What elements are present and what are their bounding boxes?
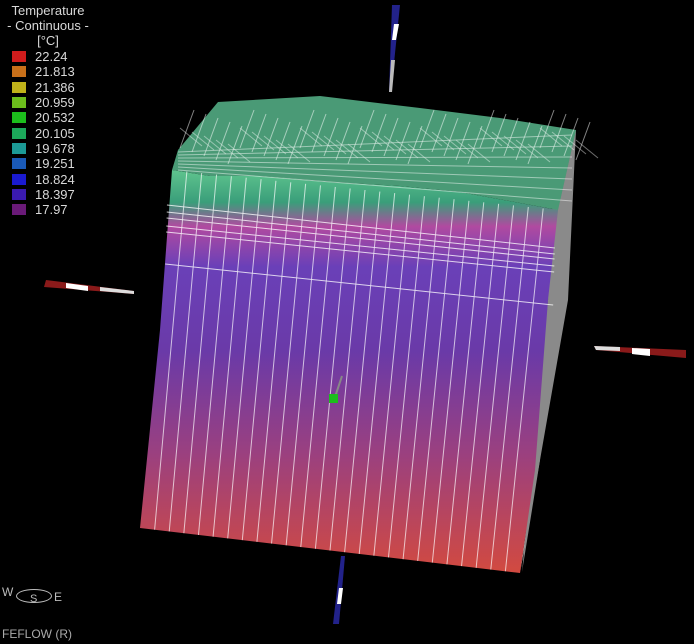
legend-swatch — [12, 188, 26, 200]
legend-row: 22.24 — [12, 49, 92, 64]
legend-row: 21.386 — [12, 80, 92, 95]
axis-pin-bottom — [333, 556, 345, 624]
axis-pin-top — [389, 5, 400, 92]
legend-swatch — [12, 142, 26, 154]
legend-row: 20.959 — [12, 95, 92, 110]
legend-value: 20.532 — [35, 110, 75, 126]
legend-row: 19.678 — [12, 141, 92, 156]
3d-model-viewport[interactable] — [0, 0, 694, 644]
legend-row: 20.105 — [12, 125, 92, 141]
legend-value: 21.386 — [35, 79, 75, 95]
axis-pin-left — [44, 280, 134, 294]
app-brand-label: FEFLOW (R) — [2, 627, 72, 641]
legend-value: 19.251 — [35, 156, 75, 172]
temperature-legend: Temperature - Continuous - [°C] 22.24 21.… — [4, 3, 92, 217]
compass-west: W — [2, 585, 14, 599]
legend-row: 18.397 — [12, 187, 92, 202]
legend-swatch — [12, 158, 26, 170]
legend-value: 20.105 — [35, 125, 75, 141]
legend-row: 20.532 — [12, 110, 92, 125]
legend-swatch — [12, 112, 26, 124]
axis-pin-right — [594, 346, 686, 358]
legend-subtitle: - Continuous - — [7, 18, 89, 33]
legend-swatch — [12, 97, 26, 109]
legend-row: 19.251 — [12, 156, 92, 171]
legend-value: 20.959 — [35, 95, 75, 111]
legend-swatch — [12, 66, 26, 78]
legend-unit: [°C] — [37, 33, 59, 48]
legend-swatch — [12, 81, 26, 93]
legend-swatch — [12, 127, 26, 139]
legend-title: Temperature — [11, 3, 85, 18]
legend-value: 18.397 — [35, 186, 75, 202]
legend-value: 22.24 — [35, 49, 68, 65]
legend-value: 19.678 — [35, 140, 75, 156]
legend-swatch — [12, 173, 26, 185]
model-front-face — [140, 170, 558, 573]
legend-row: 18.824 — [12, 171, 92, 187]
legend-value: 17.97 — [35, 202, 68, 218]
legend-swatch — [12, 204, 26, 216]
mesh-line — [575, 121, 591, 161]
compass-south: S — [30, 593, 38, 605]
compass-east: E — [54, 590, 63, 604]
legend-rows: 22.24 21.813 21.386 20.959 20.532 20.105 19.67… — [12, 49, 92, 217]
legend-value: 18.824 — [35, 171, 75, 187]
legend-row: 17.97 — [12, 202, 92, 217]
legend-value: 21.813 — [35, 64, 75, 80]
legend-swatch — [12, 51, 26, 63]
legend-row: 21.813 — [12, 64, 92, 79]
